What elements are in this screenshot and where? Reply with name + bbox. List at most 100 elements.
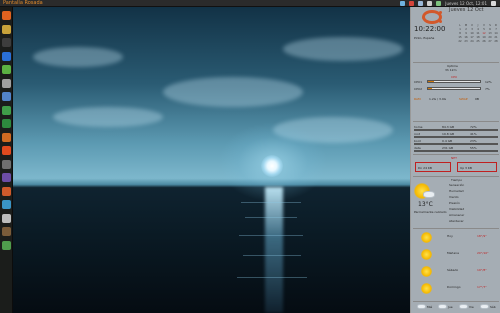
cpu-label: CPU [451,75,458,79]
cloud-icon [423,191,435,198]
launcher-software-icon[interactable] [2,146,11,155]
forecast-sun-icon [421,232,432,243]
launcher-files-icon[interactable] [2,24,11,34]
divider [413,301,499,302]
battery-icon[interactable] [436,1,442,6]
footer-day: Mié [427,305,433,309]
wave [239,235,303,236]
weather-detail: Sensación [449,183,465,187]
cpu2-label: CPU2 [414,87,423,91]
forecast-temp: 20°/10° [477,251,489,255]
footer-cloud-icon [459,304,468,309]
wave [245,217,297,218]
calendar-day: 7 [495,28,497,31]
wave [241,202,301,203]
sun-reflection [265,187,283,313]
net-label: NET [451,156,457,160]
mail-icon[interactable] [418,1,424,6]
volume-icon[interactable] [427,1,433,6]
net-up: Up 3 KB [460,166,472,170]
forecast-temp: 17°/7° [477,285,487,289]
conky-panel: Jueves 12 Oct 10:22:00 Pinto, España LMX… [410,7,500,313]
calendar-day: 21 [494,36,498,39]
wave [237,277,307,278]
top-panel: Pantalla Rosada Jueves 12 Oct, 12:01 [0,0,500,7]
forecast-sun-icon [421,283,432,294]
weather-desc: Parcialmente nublado [414,210,447,214]
launcher-terminal-icon[interactable] [2,38,11,47]
forecast-day: Hoy [447,234,453,238]
launcher-music-icon[interactable] [2,186,11,196]
weather-detail: Presión [449,201,460,205]
cpu1-label: CPU1 [414,80,423,84]
system-tray: Jueves 12 Oct, 12:01 [400,0,496,7]
launcher-spreadsheet-icon[interactable] [2,119,11,128]
cpu2-value: 7% [485,87,490,91]
disk-usage-bar [414,150,498,152]
launcher-firefox-icon[interactable] [2,51,11,61]
launcher-text-editor-icon[interactable] [2,213,11,223]
location: Pinto, España [414,36,435,40]
wave [243,255,301,256]
footer-day: Jue [448,305,453,309]
panel-clock[interactable]: Jueves 12 Oct, 12:01 [445,0,487,7]
divider [413,154,499,155]
ram-label: RAM [414,97,421,101]
divider [413,176,499,177]
launcher-archive-icon[interactable] [2,227,11,236]
launcher-office-icon[interactable] [2,105,11,115]
swap-label: SWAP [459,97,468,101]
divider [413,228,499,229]
calendar-title: Jueves 12 Oct [449,7,484,13]
uptime-value: 3h 12m [445,68,457,72]
footer-cloud-icon [417,304,426,309]
launcher-mail-icon[interactable] [2,92,11,101]
forecast-temp: 19°/8° [477,268,487,272]
weather-detail: Amanecer [449,213,465,217]
weather-detail: Visibilidad [449,207,465,211]
active-window-title: Pantalla Rosada [3,0,43,6]
forecast-day: Mañana [447,251,459,255]
net-up-box: Up 3 KB [457,162,497,172]
footer-cloud-icon [438,304,447,309]
footer-day: Vie [469,305,474,309]
weather-detail: Viento [449,195,459,199]
disk-usage-bar [414,129,498,131]
launcher-chrome-icon[interactable] [2,65,11,74]
weather-title: Tiempo [451,178,463,182]
net-down: Dn 24 KB [418,166,432,170]
power-icon[interactable] [491,1,496,6]
cpu2-bar [427,87,481,90]
calendar-day: 28 [494,40,498,43]
ubuntu-logo [422,10,442,24]
forecast-temp: 18°/9° [477,234,487,238]
launcher-ubuntu-icon[interactable] [2,11,11,20]
cloud [283,37,403,61]
divider [413,62,499,63]
cloud [163,77,303,107]
launcher-chat-icon[interactable] [2,173,11,182]
network-icon[interactable] [400,1,406,6]
weather-temp: 13°C [418,201,433,208]
weather-detail: Atardecer [449,219,464,223]
swap-value: 0B [475,97,479,101]
cloud [33,47,123,67]
launcher-presentation-icon[interactable] [2,132,11,142]
clock-time: 10:22:00 [414,25,446,33]
divider [413,121,499,122]
ram-value: 1.2G / 3.9G [429,97,447,101]
disk-usage-bar [414,136,498,138]
launcher-calendar-icon[interactable] [2,159,11,169]
launcher-settings-icon[interactable] [2,78,11,88]
net-down-box: Dn 24 KB [415,162,451,172]
launcher-photos-icon[interactable] [2,200,11,209]
desktop-wallpaper [13,7,410,313]
launcher-trash-icon[interactable] [2,240,11,250]
cpu1-value: 12% [485,80,492,84]
calendar-day: 14 [494,32,498,35]
weather-detail: Humedad [449,189,464,193]
chrome-tray-icon[interactable] [409,1,415,6]
cpu1-bar [427,80,481,83]
sun [261,155,283,177]
forecast-sun-icon [421,266,432,277]
